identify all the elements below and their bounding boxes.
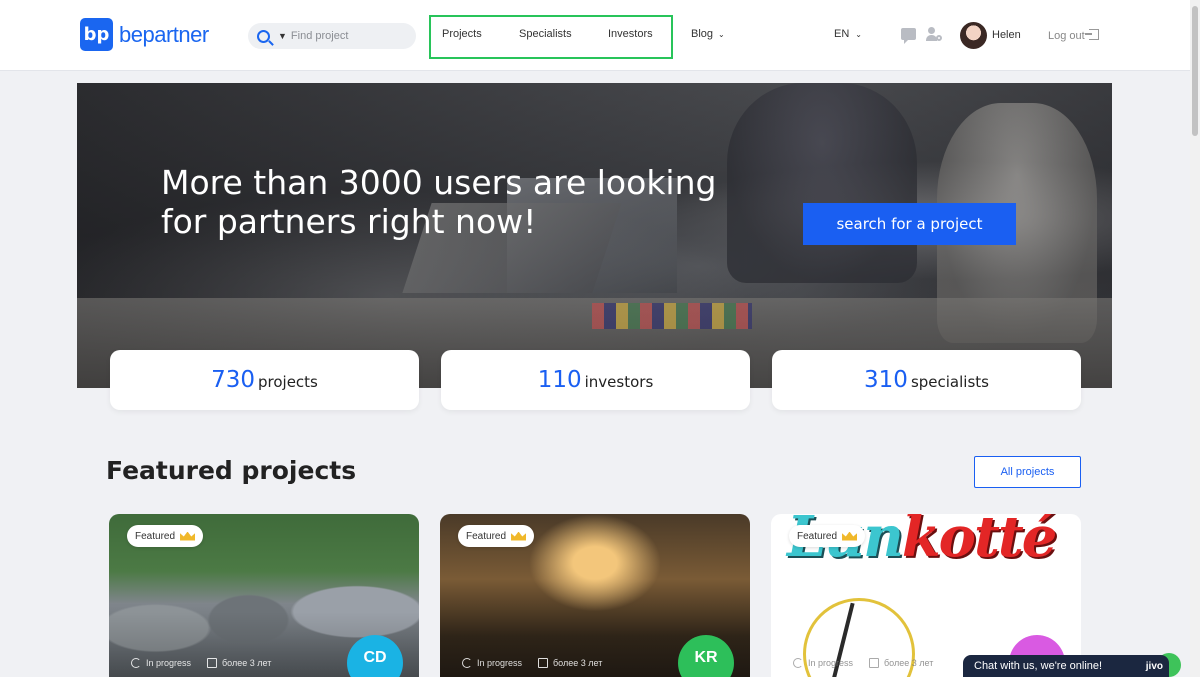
logo[interactable]: bp bepartner	[80, 18, 209, 51]
card-meta: In progress более 3 лет	[131, 658, 271, 668]
nav-blog[interactable]: Blog ⌄	[691, 28, 725, 40]
stat-value: 730	[211, 367, 255, 393]
hero-image-person	[727, 83, 917, 283]
top-header: bp bepartner ▼ Projects Specialists Inve…	[0, 0, 1200, 71]
nav-investors[interactable]: Investors	[608, 28, 653, 40]
stat-label: investors	[584, 373, 654, 391]
all-projects-button[interactable]: All projects	[974, 456, 1081, 488]
project-card[interactable]: Lunkotté Featured In progress более 3 ле…	[771, 514, 1081, 677]
chat-brand: jivo	[1145, 660, 1163, 672]
refresh-icon	[793, 658, 803, 668]
featured-badge: Featured	[127, 525, 204, 547]
language-selector[interactable]: EN ⌄	[834, 28, 862, 40]
stat-value: 110	[537, 367, 582, 393]
card-duration: более 3 лет	[884, 658, 934, 668]
logo-text: bepartner	[119, 21, 209, 47]
refresh-icon	[131, 658, 141, 668]
calendar-icon	[207, 658, 218, 668]
messages-icon[interactable]	[901, 28, 916, 44]
calendar-icon	[869, 658, 880, 668]
search-icon[interactable]	[257, 29, 270, 43]
nav-specialists[interactable]: Specialists	[519, 28, 572, 40]
crown-icon	[180, 531, 196, 541]
hero-banner: More than 3000 users are looking for par…	[77, 83, 1112, 388]
card-status: In progress	[477, 658, 523, 668]
logo-mark-icon: bp	[80, 18, 113, 51]
card-status: In progress	[808, 658, 854, 668]
featured-label: Featured	[797, 530, 838, 542]
featured-label: Featured	[135, 530, 176, 542]
section-title: Featured projects	[106, 456, 357, 485]
calendar-icon	[538, 658, 549, 668]
project-card[interactable]: Featured In progress более 3 лет CD	[109, 514, 419, 677]
avatar[interactable]	[960, 22, 987, 49]
featured-badge: Featured	[789, 525, 866, 547]
search-input[interactable]	[290, 30, 411, 42]
stat-label: specialists	[910, 373, 989, 391]
card-duration: более 3 лет	[553, 658, 603, 668]
stat-card-projects: 730 projects	[110, 350, 419, 410]
chat-widget-text: Chat with us, we're online!	[974, 660, 1103, 672]
card-meta: In progress более 3 лет	[793, 658, 933, 668]
logout-label: Log out	[1048, 30, 1085, 42]
card-meta: In progress более 3 лет	[462, 658, 602, 668]
scrollbar[interactable]	[1190, 0, 1200, 677]
logout-icon	[1084, 29, 1099, 40]
nav-projects[interactable]: Projects	[442, 28, 482, 40]
featured-badge: Featured	[458, 525, 535, 547]
chevron-down-icon: ⌄	[718, 30, 725, 39]
language-label: EN	[834, 28, 850, 40]
stat-label: projects	[258, 373, 318, 391]
hero-title: More than 3000 users are looking for par…	[161, 163, 717, 241]
search-project-button[interactable]: search for a project	[803, 203, 1016, 245]
crown-icon	[842, 531, 858, 541]
logout-button[interactable]: Log out	[1048, 29, 1099, 42]
project-avatar[interactable]: CD	[347, 635, 403, 677]
crown-icon	[511, 531, 527, 541]
hero-image-books	[592, 303, 752, 329]
stat-card-specialists: 310 specialists	[772, 350, 1081, 410]
project-card[interactable]: Featured In progress более 3 лет KR	[440, 514, 750, 677]
project-avatar[interactable]: KR	[678, 635, 734, 677]
scrollbar-thumb[interactable]	[1192, 6, 1198, 136]
chat-widget[interactable]: Chat with us, we're online! jivo	[963, 653, 1181, 677]
stat-value: 310	[864, 367, 908, 393]
refresh-icon	[462, 658, 472, 668]
user-settings-icon[interactable]	[926, 27, 942, 43]
username[interactable]: Helen	[992, 29, 1021, 41]
search-box[interactable]: ▼	[248, 23, 416, 49]
nav-blog-label: Blog	[691, 28, 714, 40]
card-duration: более 3 лет	[222, 658, 272, 668]
chevron-down-icon: ⌄	[855, 30, 862, 39]
chevron-down-icon[interactable]: ▼	[278, 31, 287, 41]
stat-card-investors: 110 investors	[441, 350, 750, 410]
card-status: In progress	[146, 658, 192, 668]
featured-label: Featured	[466, 530, 507, 542]
